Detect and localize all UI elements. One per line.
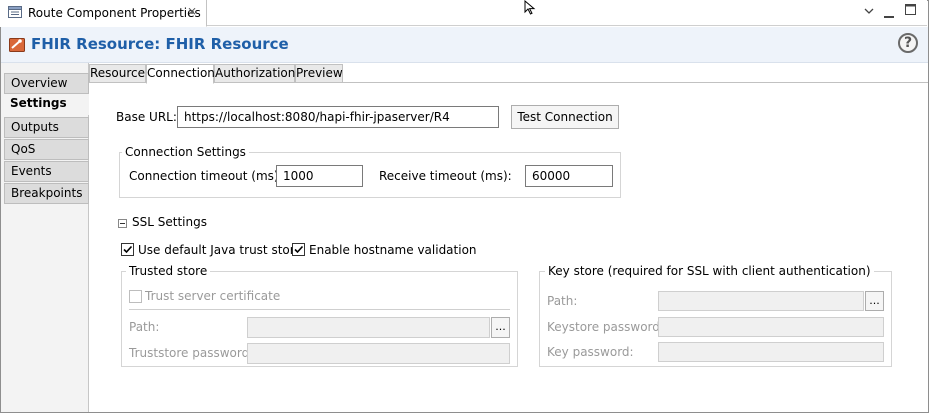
- page-title: FHIR Resource: FHIR Resource: [31, 35, 289, 53]
- tab-preview[interactable]: Preview: [295, 64, 343, 83]
- keystore-path-input[interactable]: [658, 291, 864, 311]
- tab-connection[interactable]: Connection: [146, 64, 215, 84]
- test-connection-button[interactable]: Test Connection: [511, 105, 619, 129]
- side-tab-settings[interactable]: Settings: [4, 94, 89, 115]
- tab-resource[interactable]: Resource: [89, 64, 146, 83]
- base-url-input[interactable]: https://localhost:8080/hapi-fhir-jpaserv…: [177, 106, 499, 128]
- truststore-browse-button[interactable]: ...: [491, 317, 510, 338]
- side-tab-panel: Overview Settings Outputs QoS Events Bre…: [1, 63, 89, 412]
- receive-timeout-label: Receive timeout (ms):: [379, 169, 512, 183]
- key-store-title: Key store (required for SSL with client …: [545, 264, 874, 278]
- maximize-icon[interactable]: [905, 4, 916, 18]
- key-password-input[interactable]: [658, 342, 884, 362]
- connection-timeout-label: Connection timeout (ms):: [129, 169, 283, 183]
- key-password-label: Key password:: [547, 345, 634, 359]
- use-default-trust-store-label: Use default Java trust store: [138, 243, 302, 257]
- minimize-icon[interactable]: [884, 8, 894, 22]
- side-tab-events[interactable]: Events: [4, 161, 89, 182]
- side-tab-overview[interactable]: Overview: [4, 73, 89, 94]
- side-tab-outputs[interactable]: Outputs: [4, 117, 89, 138]
- receive-timeout-input[interactable]: 60000: [525, 165, 613, 187]
- fhir-resource-icon: [9, 37, 25, 53]
- connection-settings-title: Connection Settings: [122, 145, 249, 159]
- trusted-store-divider: [129, 309, 510, 310]
- side-tab-breakpoints[interactable]: Breakpoints: [4, 183, 89, 204]
- truststore-path-label: Path:: [129, 320, 160, 334]
- keystore-path-label: Path:: [547, 294, 578, 308]
- view-tab-label: Route Component Properties: [28, 6, 201, 20]
- view-tab-bar: Route Component Properties ⨯: [0, 0, 927, 27]
- properties-icon: [8, 5, 22, 21]
- truststore-password-input[interactable]: [247, 343, 510, 364]
- keystore-password-input[interactable]: [658, 317, 884, 337]
- enable-hostname-validation-checkbox[interactable]: [292, 243, 305, 256]
- connection-timeout-input[interactable]: 1000: [276, 165, 363, 187]
- view-tab-route-component-properties[interactable]: Route Component Properties ⨯: [0, 0, 207, 27]
- trust-server-certificate-checkbox[interactable]: [129, 290, 142, 303]
- trust-server-certificate-label: Trust server certificate: [145, 289, 281, 303]
- ssl-settings-title: SSL Settings: [132, 215, 207, 229]
- help-icon[interactable]: ?: [898, 33, 918, 53]
- tab-authorization[interactable]: Authorization: [214, 64, 295, 83]
- view-menu-icon[interactable]: [864, 4, 874, 18]
- use-default-trust-store-checkbox[interactable]: [121, 243, 134, 256]
- ssl-collapse-toggle[interactable]: [118, 219, 127, 228]
- truststore-password-label: Truststore password:: [129, 346, 254, 360]
- mouse-cursor-icon: [524, 0, 538, 19]
- base-url-label: Base URL:: [116, 110, 177, 124]
- truststore-path-input[interactable]: [247, 317, 490, 338]
- editor-header: FHIR Resource: FHIR Resource ?: [1, 27, 928, 63]
- close-icon[interactable]: ⨯: [187, 4, 197, 18]
- side-tab-qos[interactable]: QoS: [4, 139, 89, 160]
- enable-hostname-validation-label: Enable hostname validation: [309, 243, 477, 257]
- keystore-password-label: Keystore password:: [547, 320, 664, 334]
- trusted-store-title: Trusted store: [126, 264, 211, 278]
- keystore-browse-button[interactable]: ...: [865, 291, 884, 311]
